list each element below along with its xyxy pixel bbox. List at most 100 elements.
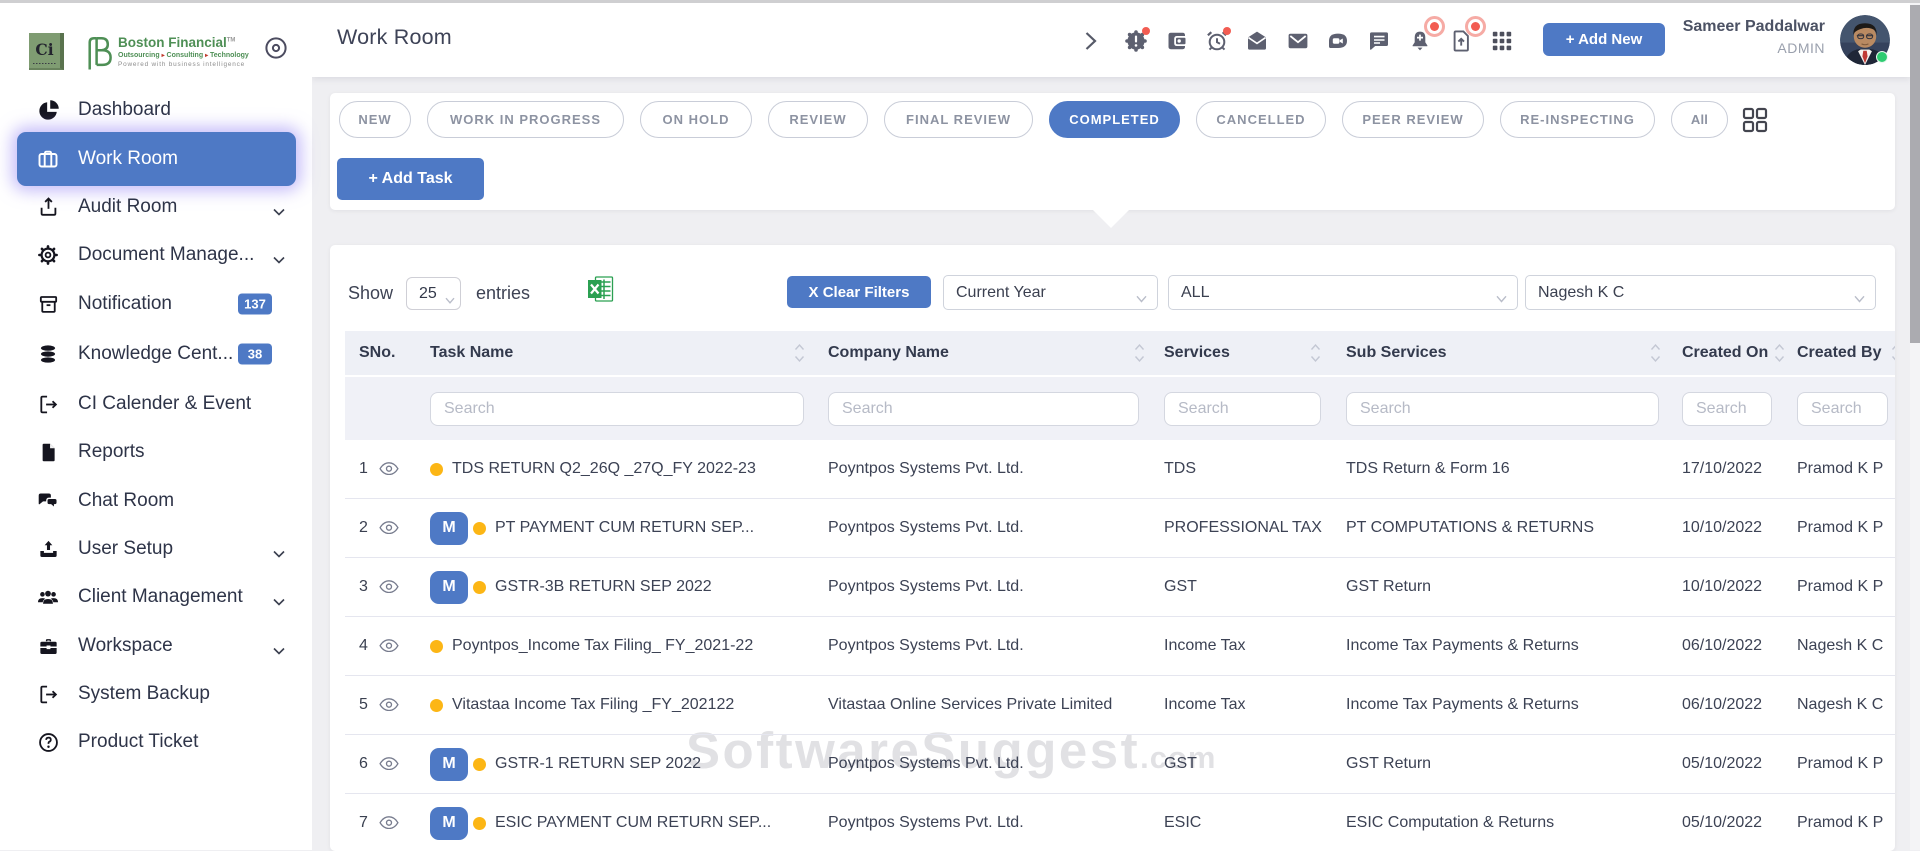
services: GST bbox=[1164, 578, 1346, 596]
sidebar-item-product-ticket[interactable]: Product Ticket bbox=[0, 718, 312, 766]
status-pill-completed[interactable]: COMPLETED bbox=[1049, 101, 1180, 138]
file-upload-icon[interactable] bbox=[1449, 29, 1473, 53]
sidebar-item-workspace[interactable]: Workspace bbox=[0, 622, 312, 670]
status-pills-row: NEW WORK IN PROGRESS ON HOLD REVIEW FINAL RE… bbox=[339, 101, 1728, 138]
company-filter-select[interactable]: ALL bbox=[1168, 275, 1518, 310]
status-pill-work-in-progress[interactable]: WORK IN PROGRESS bbox=[427, 101, 624, 138]
status-pill-new[interactable]: NEW bbox=[339, 101, 411, 138]
excel-export-icon[interactable] bbox=[587, 275, 614, 303]
eye-view-icon[interactable] bbox=[379, 816, 399, 830]
column-header-services[interactable]: Services bbox=[1164, 344, 1346, 362]
alert-dot bbox=[1142, 27, 1150, 35]
search-created-by-input[interactable] bbox=[1797, 392, 1888, 426]
collapse-chevron-right-icon[interactable] bbox=[1078, 29, 1102, 53]
search-task-name-input[interactable] bbox=[430, 392, 804, 426]
sort-icon[interactable] bbox=[1310, 344, 1321, 363]
status-pill-peer-review[interactable]: PEER REVIEW bbox=[1342, 101, 1484, 138]
column-header-sno[interactable]: SNo. bbox=[345, 344, 430, 362]
sidebar-item-work-room[interactable]: Work Room bbox=[17, 132, 296, 186]
status-pill-all[interactable]: All bbox=[1671, 101, 1728, 138]
search-created-on-input[interactable] bbox=[1682, 392, 1772, 426]
sidebar-item-user-setup[interactable]: User Setup bbox=[0, 525, 312, 573]
sub-services: GST Return bbox=[1346, 578, 1682, 596]
table-row[interactable]: 1 TDS RETURN Q2_26Q _27Q_FY 2022-23 Poyn… bbox=[345, 440, 1895, 499]
eye-view-icon[interactable] bbox=[379, 462, 399, 476]
sidebar-item-label: Work Room bbox=[78, 148, 178, 170]
sidebar-item-system-backup[interactable]: System Backup bbox=[0, 670, 312, 718]
status-pill-final-review[interactable]: FINAL REVIEW bbox=[884, 101, 1033, 138]
status-pill-cancelled[interactable]: CANCELLED bbox=[1196, 101, 1326, 138]
gear-icon bbox=[36, 243, 60, 267]
grid-view-toggle-icon[interactable] bbox=[1742, 107, 1768, 133]
task-name: ESIC PAYMENT CUM RETURN SEP... bbox=[495, 814, 771, 832]
sidebar-item-chat-room[interactable]: Chat Room bbox=[0, 477, 312, 525]
people-group-icon bbox=[36, 585, 60, 609]
column-header-created-by[interactable]: Created By bbox=[1797, 344, 1895, 362]
eye-view-icon[interactable] bbox=[379, 580, 399, 594]
eye-view-icon[interactable] bbox=[379, 698, 399, 712]
mail-icon[interactable] bbox=[1286, 29, 1310, 53]
page-size-select[interactable]: 25 bbox=[406, 277, 461, 310]
notification-bell-icon[interactable] bbox=[1408, 29, 1432, 53]
table-row[interactable]: 5 Vitastaa Income Tax Filing _FY_202122 … bbox=[345, 676, 1895, 735]
knowledge-count-badge: 38 bbox=[238, 344, 272, 365]
video-call-icon[interactable] bbox=[1326, 29, 1350, 53]
certificate-badge-icon[interactable] bbox=[1124, 29, 1148, 53]
status-pill-on-hold[interactable]: ON HOLD bbox=[640, 101, 752, 138]
column-header-sub-services[interactable]: Sub Services bbox=[1346, 344, 1682, 362]
sort-icon[interactable] bbox=[1650, 344, 1661, 363]
sidebar-item-knowledge-center[interactable]: Knowledge Cent... 38 bbox=[0, 330, 312, 378]
sort-icon[interactable] bbox=[1134, 344, 1145, 363]
sidebar-item-ci-calender-event[interactable]: CI Calender & Event bbox=[0, 380, 312, 428]
sidebar-item-label: Notification bbox=[78, 293, 172, 315]
column-header-task-name[interactable]: Task Name bbox=[430, 344, 828, 362]
add-task-button[interactable]: + Add Task bbox=[337, 158, 484, 200]
company-name: Poyntpos Systems Pvt. Ltd. bbox=[828, 460, 1164, 478]
chat-bubbles-icon bbox=[36, 489, 60, 513]
scrollbar-thumb[interactable] bbox=[1910, 5, 1920, 343]
task-name: Poyntpos_Income Tax Filing_ FY_2021-22 bbox=[452, 637, 753, 655]
table-row[interactable]: 4 Poyntpos_Income Tax Filing_ FY_2021-22… bbox=[345, 617, 1895, 676]
table-row[interactable]: 2 M PT PAYMENT CUM RETURN SEP... Poyntpo… bbox=[345, 499, 1895, 558]
chat-message-icon[interactable] bbox=[1367, 29, 1391, 53]
company-name: Poyntpos Systems Pvt. Ltd. bbox=[828, 637, 1164, 655]
sort-icon[interactable] bbox=[794, 344, 805, 363]
mail-open-icon[interactable] bbox=[1245, 29, 1269, 53]
table-row[interactable]: 7 M ESIC PAYMENT CUM RETURN SEP... Poynt… bbox=[345, 794, 1895, 851]
user-filter-select[interactable]: Nagesh K C bbox=[1525, 275, 1876, 310]
page-scrollbar[interactable] bbox=[1910, 3, 1920, 850]
sidebar-item-dashboard[interactable]: Dashboard bbox=[0, 86, 312, 134]
sidebar-nav: Dashboard Work Room Audit Room Document … bbox=[0, 3, 312, 850]
search-services-input[interactable] bbox=[1164, 392, 1321, 426]
wallet-icon[interactable] bbox=[1165, 29, 1189, 53]
sort-icon[interactable] bbox=[1774, 344, 1785, 363]
sidebar-item-client-management[interactable]: Client Management bbox=[0, 573, 312, 621]
clear-filters-button[interactable]: X Clear Filters bbox=[787, 276, 931, 308]
eye-view-icon[interactable] bbox=[379, 757, 399, 771]
table-row[interactable]: 3 M GSTR-3B RETURN SEP 2022 Poyntpos Sys… bbox=[345, 558, 1895, 617]
status-pill-re-inspecting[interactable]: RE-INSPECTING bbox=[1500, 101, 1655, 138]
alarm-clock-icon[interactable] bbox=[1205, 29, 1229, 53]
column-header-created-on[interactable]: Created On bbox=[1682, 344, 1797, 362]
apps-grid-icon[interactable] bbox=[1490, 29, 1514, 53]
table-row[interactable]: 6 M GSTR-1 RETURN SEP 2022 Poyntpos Syst… bbox=[345, 735, 1895, 794]
sort-icon[interactable] bbox=[1891, 344, 1895, 363]
user-block[interactable]: Sameer Paddalwar ADMIN bbox=[1625, 18, 1825, 56]
task-table: SNo. Task Name Company Name Services Sub… bbox=[345, 331, 1895, 851]
year-filter-select[interactable]: Current Year bbox=[943, 275, 1158, 310]
sidebar-item-reports[interactable]: Reports bbox=[0, 428, 312, 476]
status-dot bbox=[473, 758, 486, 771]
sidebar-item-audit-room[interactable]: Audit Room bbox=[0, 183, 312, 231]
search-company-name-input[interactable] bbox=[828, 392, 1139, 426]
eye-view-icon[interactable] bbox=[379, 521, 399, 535]
alert-ring bbox=[1465, 16, 1486, 37]
created-on: 06/10/2022 bbox=[1682, 696, 1797, 714]
eye-view-icon[interactable] bbox=[379, 639, 399, 653]
sidebar-item-document-management[interactable]: Document Manage... bbox=[0, 231, 312, 279]
status-pill-review[interactable]: REVIEW bbox=[768, 101, 868, 138]
show-label: Show bbox=[348, 283, 393, 304]
sidebar-item-notification[interactable]: Notification 137 bbox=[0, 280, 312, 328]
search-sub-services-input[interactable] bbox=[1346, 392, 1659, 426]
column-header-company-name[interactable]: Company Name bbox=[828, 344, 1164, 362]
user-avatar[interactable] bbox=[1840, 15, 1890, 65]
